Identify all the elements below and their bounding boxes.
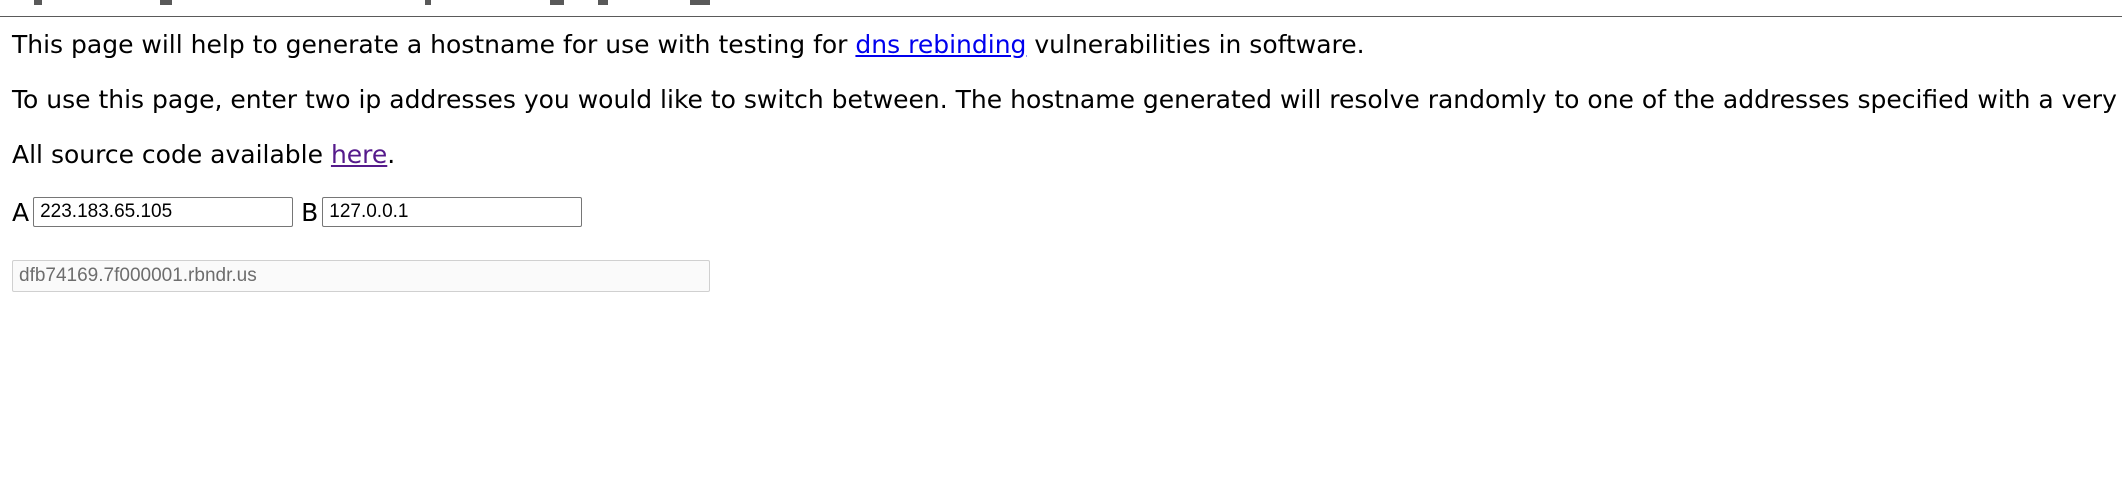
ip-b-label: B (301, 197, 319, 227)
usage-paragraph: To use this page, enter two ip addresses… (12, 85, 2122, 114)
generated-hostname-field[interactable] (12, 260, 710, 292)
cropped-top-bar (0, 0, 2122, 17)
ip-a-label: A (12, 197, 30, 227)
source-code-paragraph: All source code available here. (12, 140, 396, 169)
ip-address-form: A B (12, 195, 583, 229)
intro-section: This page will help to generate a hostna… (12, 28, 2122, 172)
intro-paragraph: This page will help to generate a hostna… (12, 30, 1365, 59)
dns-rebinding-link[interactable]: dns rebinding (855, 30, 1026, 59)
ip-b-input[interactable] (322, 197, 583, 227)
ip-a-input[interactable] (33, 197, 294, 227)
source-code-link[interactable]: here (331, 140, 387, 169)
